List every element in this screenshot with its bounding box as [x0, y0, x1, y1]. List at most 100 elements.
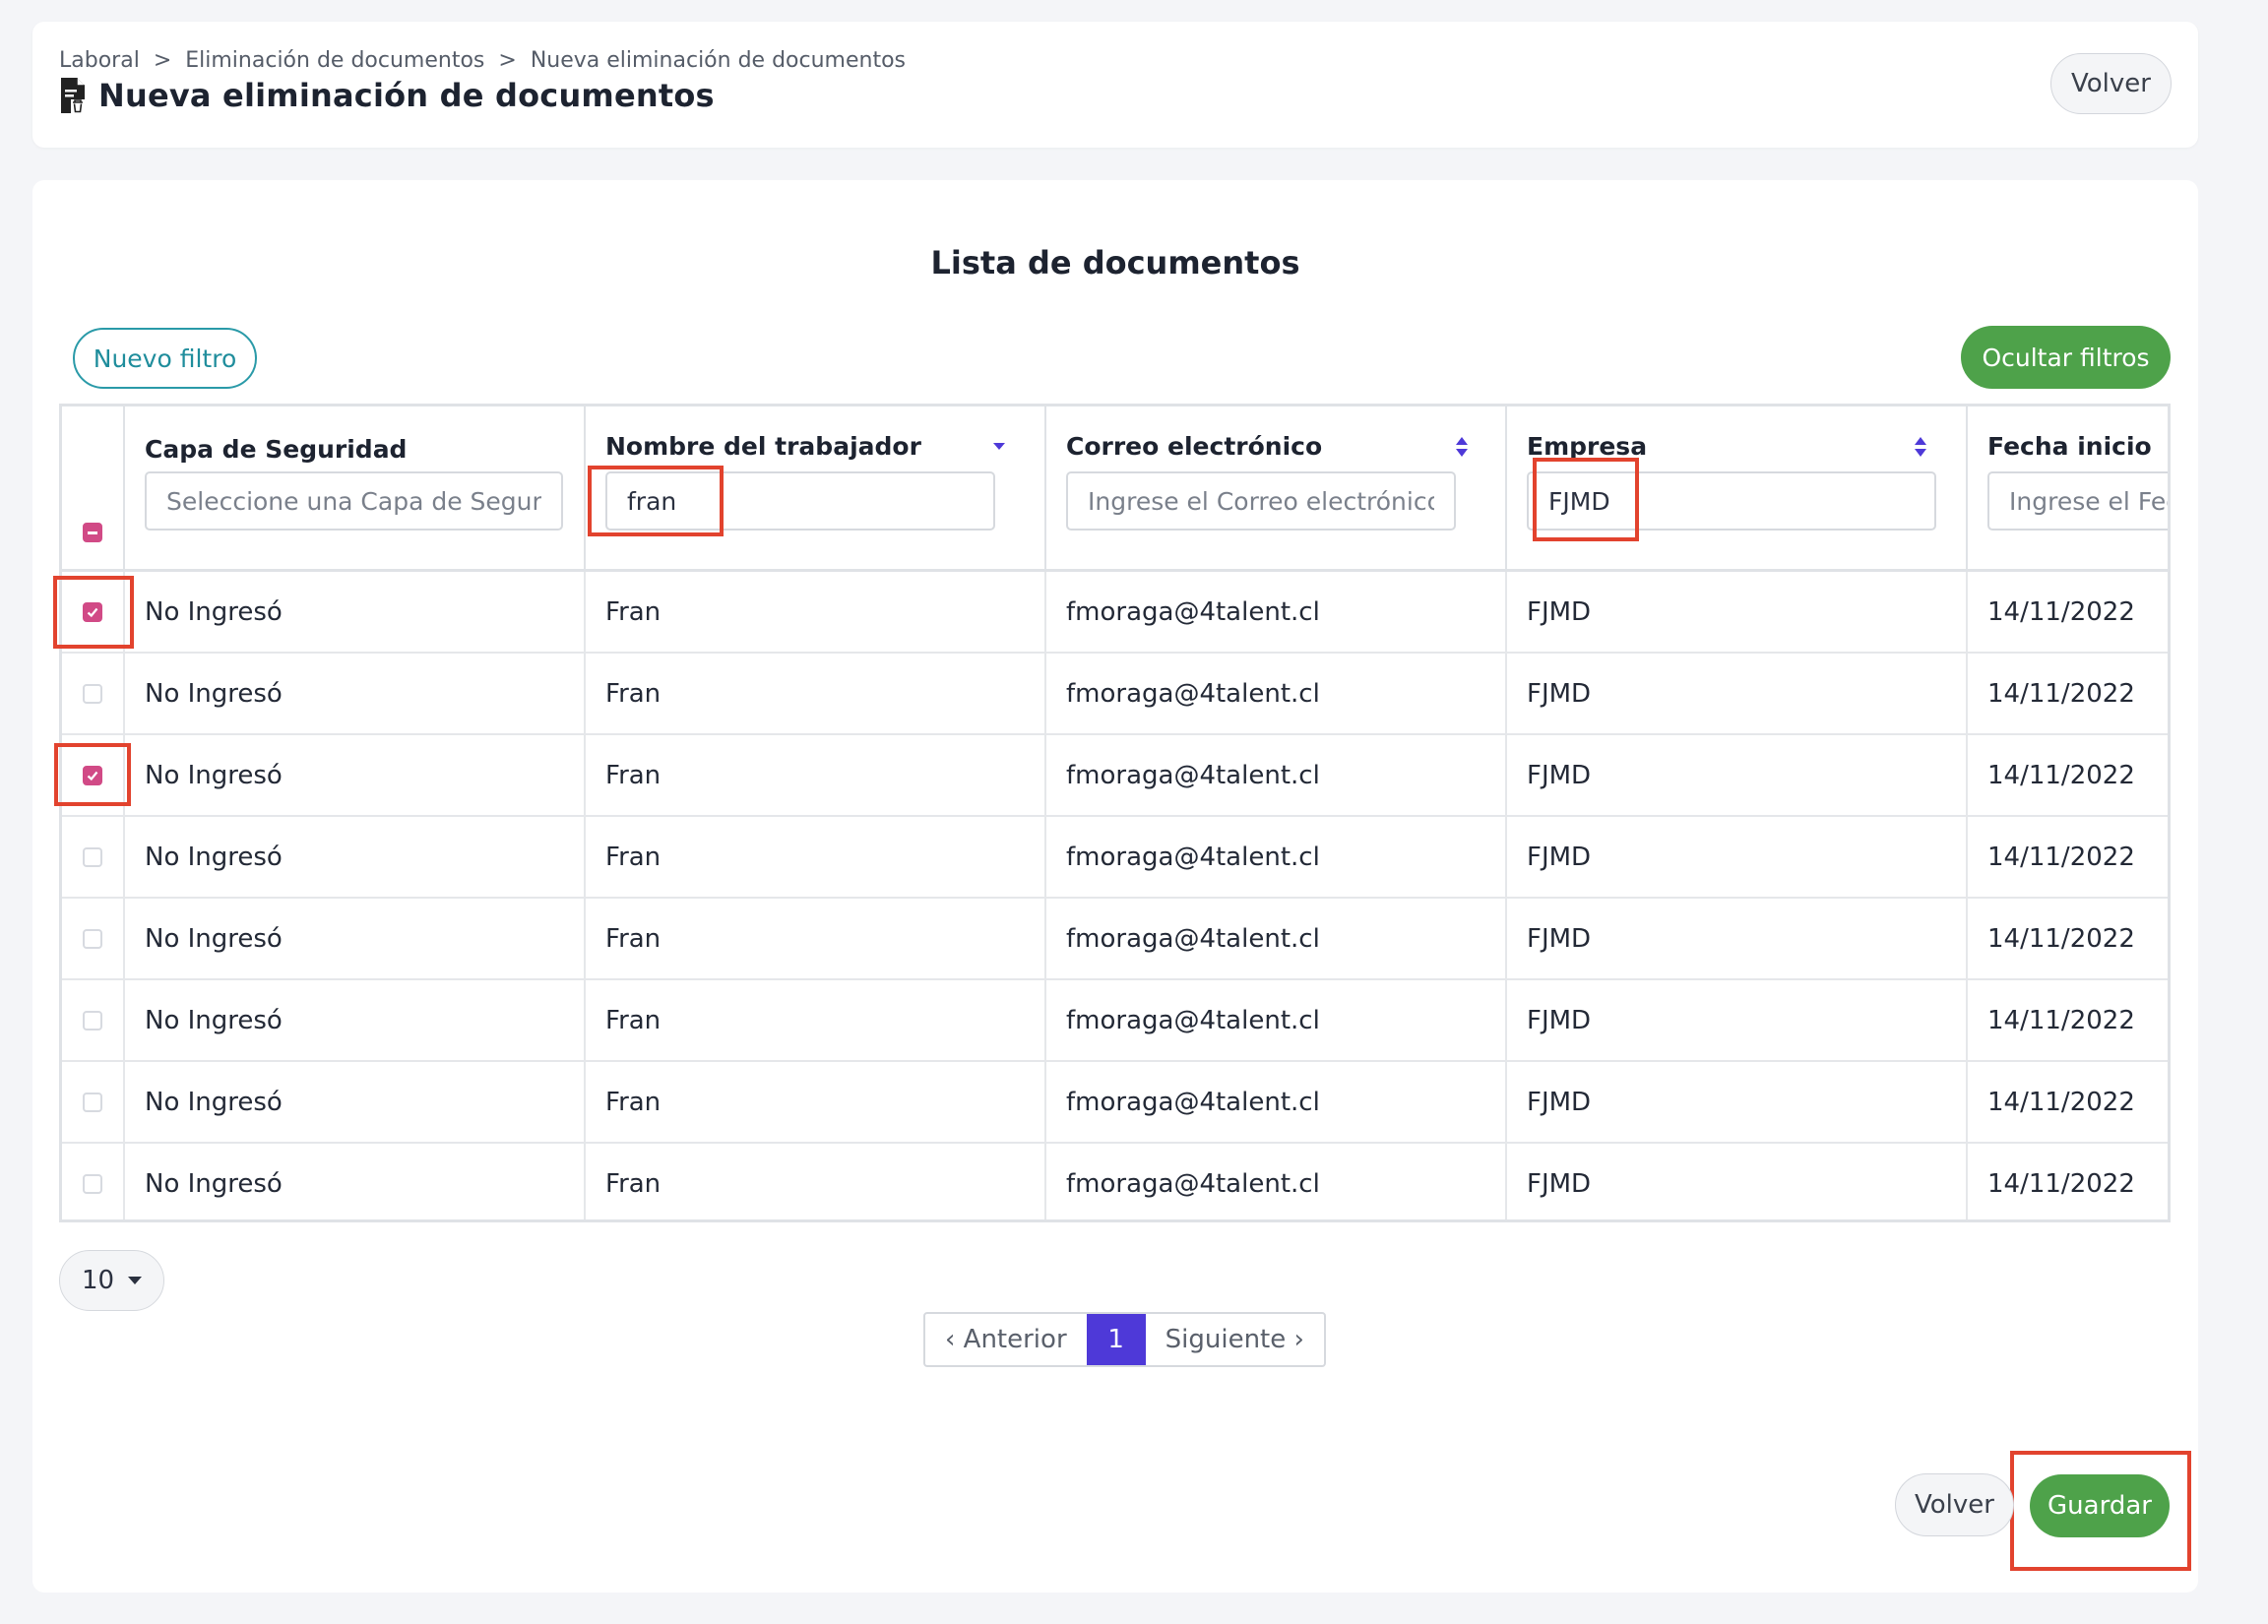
row-checkbox[interactable] — [83, 1093, 102, 1112]
row-checkbox[interactable] — [83, 1011, 102, 1031]
checkmark-icon — [87, 771, 98, 781]
select-all-checkbox[interactable] — [83, 523, 102, 542]
caret-down-icon — [128, 1277, 143, 1284]
empresa-filter-input[interactable] — [1527, 471, 1936, 531]
header-fecha-cell: Fecha inicio — [1968, 406, 2168, 572]
page-title: Nueva eliminación de documentos — [98, 77, 715, 114]
table-row[interactable]: No Ingresó Fran fmoraga@4talent.cl FJMD 14/1… — [62, 899, 2168, 980]
indeterminate-mark-icon — [88, 531, 97, 534]
fecha-filter-input[interactable] — [1987, 471, 2168, 531]
main-card: Lista de documentos Nuevo filtro Ocultar… — [32, 180, 2198, 1593]
column-header-nombre: Nombre del trabajador — [605, 432, 921, 461]
column-header-capa: Capa de Seguridad — [145, 435, 408, 464]
row-select-cell — [62, 1062, 125, 1142]
breadcrumb-separator: > — [498, 48, 517, 73]
nombre-cell: Fran — [586, 654, 1046, 733]
empresa-cell: FJMD — [1507, 980, 1968, 1060]
empresa-cell: FJMD — [1507, 735, 1968, 815]
breadcrumb-item-eliminacion[interactable]: Eliminación de documentos — [185, 48, 484, 73]
capa-filter-select[interactable] — [145, 471, 563, 531]
nombre-cell: Fran — [586, 572, 1046, 652]
empresa-cell: FJMD — [1507, 654, 1968, 733]
empresa-cell: FJMD — [1507, 572, 1968, 652]
correo-cell: fmoraga@4talent.cl — [1046, 654, 1507, 733]
breadcrumb-separator: > — [153, 48, 172, 73]
row-checkbox[interactable] — [83, 1174, 102, 1194]
row-checkbox[interactable] — [83, 602, 102, 622]
column-header-correo: Correo electrónico — [1066, 432, 1323, 461]
fecha-cell: 14/11/2022 — [1968, 1062, 2168, 1142]
correo-filter-input[interactable] — [1066, 471, 1456, 531]
header-card: Laboral > Eliminación de documentos > Nueva … — [32, 22, 2198, 148]
table-row[interactable]: No Ingresó Fran fmoraga@4talent.cl FJMD 14/1… — [62, 735, 2168, 817]
row-select-cell — [62, 980, 125, 1060]
nombre-cell: Fran — [586, 817, 1046, 897]
row-checkbox[interactable] — [83, 766, 102, 785]
table-row[interactable]: No Ingresó Fran fmoraga@4talent.cl FJMD 14/1… — [62, 654, 2168, 735]
nombre-cell: Fran — [586, 1144, 1046, 1219]
document-trash-icon — [61, 78, 85, 113]
empresa-cell: FJMD — [1507, 1144, 1968, 1219]
breadcrumb-item-laboral[interactable]: Laboral — [59, 48, 140, 73]
pagination: ‹ Anterior 1 Siguiente › — [923, 1312, 1326, 1367]
capa-cell: No Ingresó — [125, 817, 586, 897]
header-back-button[interactable]: Volver — [2050, 53, 2172, 114]
fecha-cell: 14/11/2022 — [1968, 980, 2168, 1060]
row-select-cell — [62, 654, 125, 733]
row-select-cell — [62, 817, 125, 897]
column-header-empresa: Empresa — [1527, 432, 1648, 461]
table-row[interactable]: No Ingresó Fran fmoraga@4talent.cl FJMD 14/1… — [62, 572, 2168, 654]
sort-icon[interactable] — [1453, 434, 1471, 460]
row-select-cell — [62, 735, 125, 815]
fecha-cell: 14/11/2022 — [1968, 735, 2168, 815]
row-checkbox[interactable] — [83, 847, 102, 867]
pagination-page-current[interactable]: 1 — [1086, 1314, 1146, 1365]
checkmark-icon — [87, 607, 98, 618]
capa-cell: No Ingresó — [125, 980, 586, 1060]
correo-cell: fmoraga@4talent.cl — [1046, 980, 1507, 1060]
new-filter-button[interactable]: Nuevo filtro — [73, 328, 257, 389]
page-size-value: 10 — [82, 1266, 115, 1295]
fecha-cell: 14/11/2022 — [1968, 899, 2168, 978]
table-header-row: Capa de Seguridad Nombre del trabajador … — [62, 406, 2168, 572]
title-row: Nueva eliminación de documentos — [59, 77, 715, 114]
correo-cell: fmoraga@4talent.cl — [1046, 899, 1507, 978]
fecha-cell: 14/11/2022 — [1968, 572, 2168, 652]
hide-filters-button[interactable]: Ocultar filtros — [1961, 326, 2171, 389]
nombre-cell: Fran — [586, 1062, 1046, 1142]
table-row[interactable]: No Ingresó Fran fmoraga@4talent.cl FJMD 14/1… — [62, 980, 2168, 1062]
section-title: Lista de documentos — [930, 244, 1300, 281]
fecha-cell: 14/11/2022 — [1968, 817, 2168, 897]
row-checkbox[interactable] — [83, 684, 102, 704]
capa-cell: No Ingresó — [125, 899, 586, 978]
capa-cell: No Ingresó — [125, 735, 586, 815]
header-empresa-cell: Empresa — [1507, 406, 1968, 572]
footer-back-button[interactable]: Volver — [1895, 1473, 2014, 1536]
save-button[interactable]: Guardar — [2030, 1474, 2170, 1537]
row-select-cell — [62, 899, 125, 978]
nombre-filter-input[interactable] — [605, 471, 995, 531]
page-size-select[interactable]: 10 — [59, 1250, 164, 1311]
nombre-cell: Fran — [586, 735, 1046, 815]
empresa-cell: FJMD — [1507, 899, 1968, 978]
table-row[interactable]: No Ingresó Fran fmoraga@4talent.cl FJMD 14/1… — [62, 1062, 2168, 1144]
correo-cell: fmoraga@4talent.cl — [1046, 572, 1507, 652]
row-checkbox[interactable] — [83, 929, 102, 949]
breadcrumb: Laboral > Eliminación de documentos > Nueva … — [59, 48, 906, 73]
pagination-prev[interactable]: ‹ Anterior — [925, 1314, 1087, 1365]
table-row[interactable]: No Ingresó Fran fmoraga@4talent.cl FJMD 14/1… — [62, 1144, 2168, 1219]
capa-cell: No Ingresó — [125, 1144, 586, 1219]
fecha-cell: 14/11/2022 — [1968, 654, 2168, 733]
empresa-cell: FJMD — [1507, 817, 1968, 897]
pagination-next[interactable]: Siguiente › — [1146, 1314, 1324, 1365]
correo-cell: fmoraga@4talent.cl — [1046, 1062, 1507, 1142]
sort-icon[interactable] — [1912, 434, 1929, 460]
capa-cell: No Ingresó — [125, 1062, 586, 1142]
documents-table: Capa de Seguridad Nombre del trabajador … — [59, 404, 2171, 1222]
header-correo-cell: Correo electrónico — [1046, 406, 1507, 572]
fecha-cell: 14/11/2022 — [1968, 1144, 2168, 1219]
capa-cell: No Ingresó — [125, 654, 586, 733]
sort-desc-icon[interactable] — [991, 440, 1007, 452]
table-row[interactable]: No Ingresó Fran fmoraga@4talent.cl FJMD 14/1… — [62, 817, 2168, 899]
nombre-cell: Fran — [586, 899, 1046, 978]
